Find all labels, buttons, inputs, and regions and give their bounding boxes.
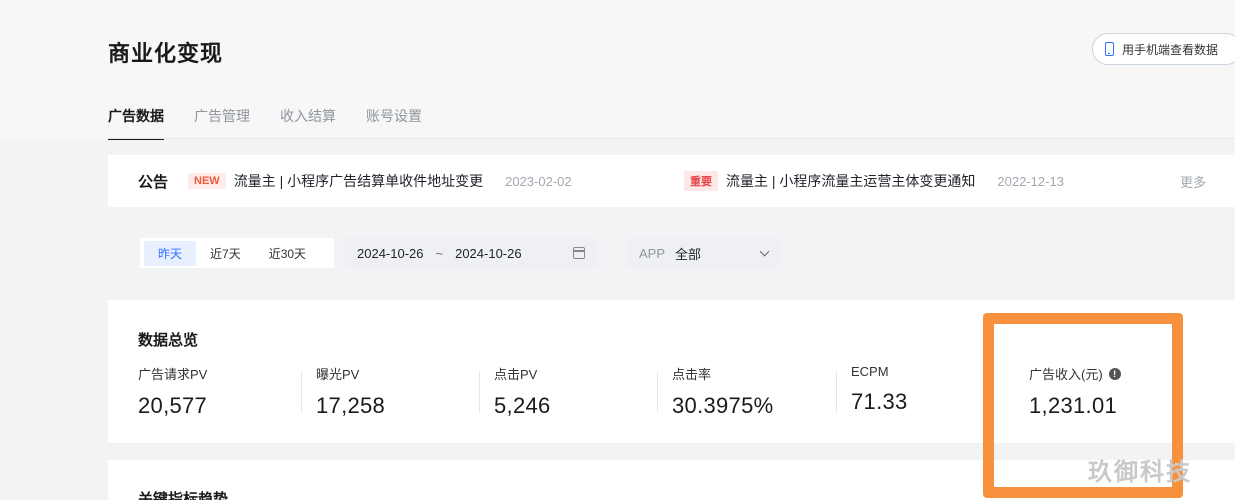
metric-label: 曝光PV [316,367,360,382]
tabs-divider [108,138,1235,139]
metric-impressions: 曝光PV 17,258 [316,364,385,419]
metric-ecpm: ECPM 71.33 [851,364,908,415]
metric-value: 71.33 [851,389,908,414]
phone-icon [1105,42,1114,56]
end-date: 2024-10-26 [455,245,522,261]
metric-label: 点击PV [494,367,538,382]
tab-revenue-settlement[interactable]: 收入结算 [280,106,336,140]
announcement-bar: 公告 NEW 流量主 | 小程序广告结算单收件地址变更 2023-02-02 重… [108,155,1235,207]
chevron-down-icon [759,246,770,256]
announcement-more-link[interactable]: 更多 [1180,172,1206,191]
announcement-date-1: 2023-02-02 [505,173,572,189]
main-tabs: 广告数据 广告管理 收入结算 账号设置 [108,106,422,140]
metric-label: 点击率 [672,367,712,382]
metric-ad-requests: 广告请求PV 20,577 [138,364,207,419]
metric-ctr: 点击率 30.3975% [672,364,774,419]
metric-value: 20,577 [138,393,208,418]
start-date: 2024-10-26 [357,245,424,261]
calendar-icon [573,247,585,259]
metric-value: 5,246 [494,393,551,418]
metric-divider [479,372,480,412]
announcement-item-2: 重要 流量主 | 小程序流量主运营主体变更通知 2022-12-13 [684,171,1064,191]
metric-divider [657,372,658,412]
metric-clicks: 点击PV 5,246 [494,364,551,419]
metric-divider [984,372,985,412]
view-on-mobile-button[interactable]: 用手机端查看数据 [1092,33,1235,65]
metric-divider [836,372,837,412]
filter-bar: 昨天 近7天 近30天 2024-10-26 ~ 2024-10-26 APP … [140,238,780,268]
date-tab-30days[interactable]: 近30天 [255,241,320,266]
trend-title: 关键指标趋势 [138,491,229,500]
metric-value: 1,231.01 [1029,393,1118,418]
metric-value: 30.3975% [672,393,774,418]
announcement-link-1[interactable]: 流量主 | 小程序广告结算单收件地址变更 [234,171,483,191]
date-quick-select: 昨天 近7天 近30天 [140,238,334,268]
page-header: 商业化变现 用手机端查看数据 广告数据 广告管理 收入结算 账号设置 [0,0,1235,140]
tab-ad-data[interactable]: 广告数据 [108,106,164,140]
date-range-separator: ~ [435,245,444,261]
app-select-value: 全部 [675,246,702,262]
metric-value: 17,258 [316,393,386,418]
tab-account-settings[interactable]: 账号设置 [366,106,422,140]
metric-label: 广告请求PV [138,367,208,382]
info-icon[interactable]: ! [1108,367,1121,380]
metric-label: 广告收入(元) [1029,367,1103,382]
new-badge: NEW [188,173,226,189]
date-range-picker[interactable]: 2024-10-26 ~ 2024-10-26 [345,238,597,268]
data-overview-card: 数据总览 广告请求PV 20,577 曝光PV 17,258 点击PV 5,24… [108,300,1235,443]
announcement-date-2: 2022-12-13 [997,173,1064,189]
app-select-label: APP [639,245,666,261]
announcement-label: 公告 [138,173,169,191]
overview-title: 数据总览 [138,332,199,349]
view-on-mobile-label: 用手机端查看数据 [1122,42,1219,57]
app-select[interactable]: APP 全部 [627,238,780,268]
metric-label-with-info: 广告收入(元) ! [1029,364,1121,383]
metric-divider [301,372,302,412]
date-tab-yesterday[interactable]: 昨天 [144,240,197,266]
date-tab-7days[interactable]: 近7天 [196,241,255,266]
key-metrics-trend-card: 关键指标趋势 [108,460,1235,500]
page-title: 商业化变现 [108,41,224,66]
tab-ad-management[interactable]: 广告管理 [194,106,250,140]
announcement-link-2[interactable]: 流量主 | 小程序流量主运营主体变更通知 [726,171,975,191]
metric-label: ECPM [851,364,889,379]
metric-ad-revenue: 广告收入(元) ! 1,231.01 [1029,364,1121,419]
important-badge: 重要 [684,171,718,191]
watermark-logo: 玖御科技 [1088,459,1192,486]
